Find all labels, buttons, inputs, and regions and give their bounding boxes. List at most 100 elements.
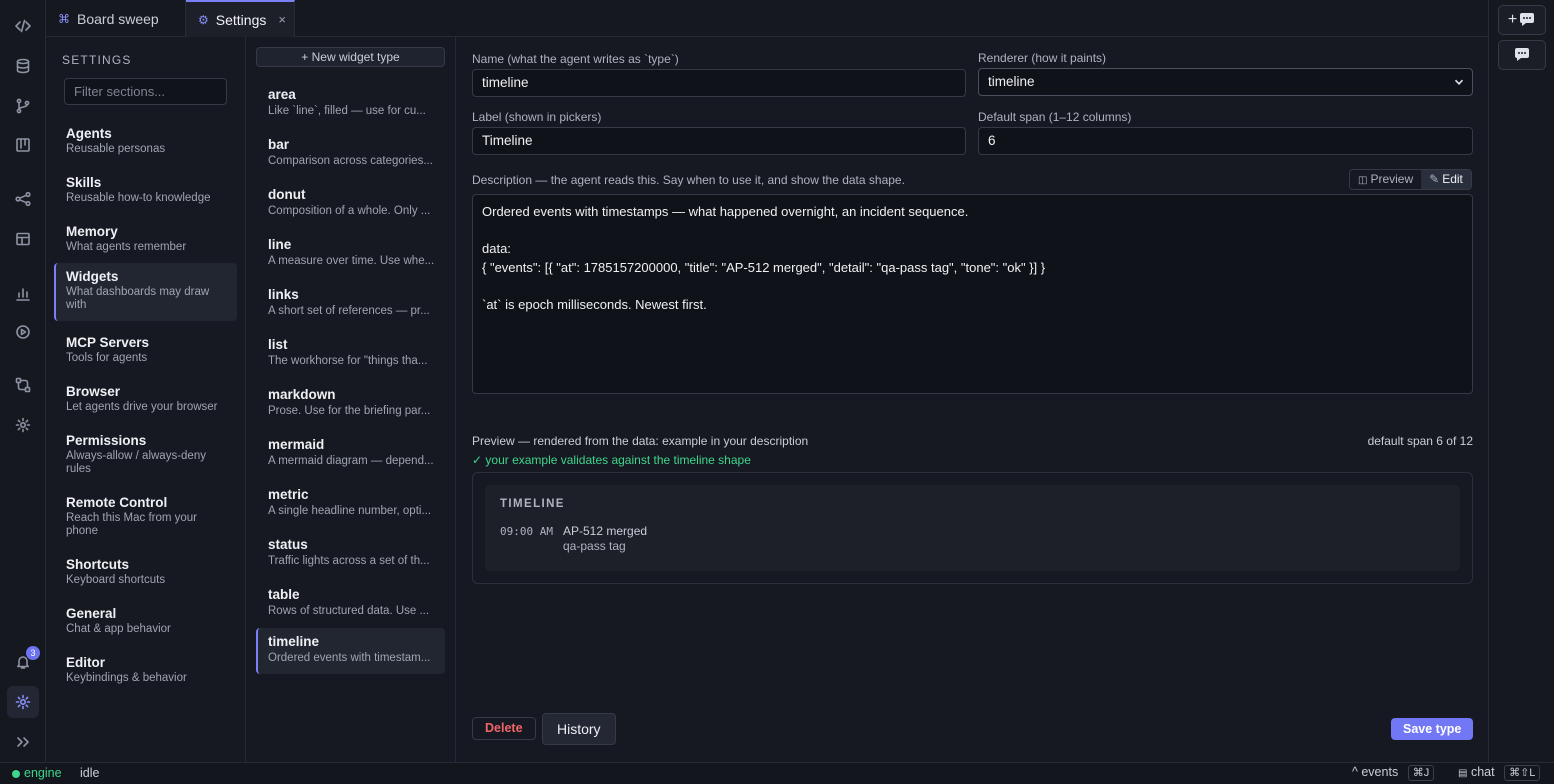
widget-item-list[interactable]: list The workhorse for "things tha... bbox=[256, 331, 445, 377]
section-title: Editor bbox=[66, 655, 105, 670]
right-rail: + bbox=[1488, 0, 1554, 762]
tab-bar: ⌘ Board sweep ⚙ Settings × bbox=[46, 0, 1488, 37]
notification-badge: 3 bbox=[26, 646, 40, 660]
default-span-input[interactable]: 6 bbox=[978, 127, 1473, 155]
settings-gear-icon[interactable] bbox=[7, 686, 39, 718]
history-button[interactable]: History bbox=[542, 713, 616, 745]
delete-button[interactable]: Delete bbox=[472, 717, 536, 740]
database-icon[interactable] bbox=[12, 55, 34, 77]
widget-item-metric[interactable]: metric A single headline number, opti... bbox=[256, 481, 445, 527]
filter-sections-input[interactable] bbox=[64, 78, 227, 105]
sidebar-item-shortcuts[interactable]: Shortcuts Keyboard shortcuts bbox=[54, 551, 237, 593]
widget-name: timeline bbox=[268, 634, 320, 649]
section-title: Shortcuts bbox=[66, 557, 130, 572]
widget-item-status[interactable]: status Traffic lights across a set of th.… bbox=[256, 531, 445, 577]
sidebar-heading: SETTINGS bbox=[62, 53, 132, 67]
preview-span-note: default span 6 of 12 bbox=[1367, 434, 1473, 448]
sidebar-item-remote-control[interactable]: Remote Control Reach this Mac from your p… bbox=[54, 489, 237, 544]
chart-icon[interactable] bbox=[12, 283, 34, 305]
widget-item-line[interactable]: line A measure over time. Use whe... bbox=[256, 231, 445, 277]
tab-board-sweep[interactable]: ⌘ Board sweep bbox=[46, 0, 186, 37]
play-circle-icon[interactable] bbox=[12, 321, 34, 343]
event-title: AP-512 merged bbox=[563, 524, 648, 538]
plus-icon: + bbox=[1507, 11, 1518, 28]
section-desc: Chat & app behavior bbox=[66, 623, 171, 635]
widget-name: line bbox=[268, 237, 292, 252]
event-detail: qa-pass tag bbox=[563, 539, 626, 553]
chat-toggle[interactable]: ▤ chat ⌘⇧L bbox=[1458, 765, 1541, 781]
widget-item-table[interactable]: table Rows of structured data. Use ... bbox=[256, 581, 445, 627]
panel-icon: ▤ bbox=[1458, 768, 1468, 779]
command-icon: ⌘ bbox=[58, 11, 70, 26]
chat-label: chat bbox=[1470, 765, 1495, 779]
share-graph-icon[interactable] bbox=[12, 188, 34, 210]
chat-button[interactable] bbox=[1498, 40, 1546, 70]
section-desc: Reach this Mac from your phone bbox=[66, 512, 198, 537]
events-label: events bbox=[1361, 765, 1399, 779]
widget-name: metric bbox=[268, 487, 309, 502]
sidebar-item-widgets[interactable]: Widgets What dashboards may draw with bbox=[54, 263, 237, 321]
tab-settings[interactable]: ⚙ Settings × bbox=[186, 0, 295, 37]
gear-icon: ⚙ bbox=[198, 12, 209, 27]
expand-chevrons-icon[interactable] bbox=[12, 731, 34, 753]
code-icon[interactable] bbox=[12, 15, 34, 37]
sidebar-item-memory[interactable]: Memory What agents remember bbox=[54, 218, 237, 260]
git-branch-icon[interactable] bbox=[12, 95, 34, 117]
widget-desc: Composition of a whole. Only ... bbox=[268, 205, 431, 217]
sidebar-item-skills[interactable]: Skills Reusable how-to knowledge bbox=[54, 169, 237, 211]
sidebar-item-permissions[interactable]: Permissions Always-allow / always-deny ru… bbox=[54, 427, 237, 482]
name-input[interactable]: timeline bbox=[472, 69, 966, 97]
sidebar-item-agents[interactable]: Agents Reusable personas bbox=[54, 120, 237, 162]
section-title: General bbox=[66, 606, 117, 621]
save-type-button[interactable]: Save type bbox=[1391, 718, 1474, 740]
board-icon[interactable] bbox=[12, 134, 34, 156]
span-label: Default span (1–12 columns) bbox=[978, 110, 1132, 124]
widget-desc: A mermaid diagram — depend... bbox=[268, 455, 434, 467]
preview-toggle-button[interactable]: ◫ Preview bbox=[1350, 170, 1421, 189]
close-icon[interactable]: × bbox=[278, 12, 286, 27]
bell-icon[interactable]: 3 bbox=[12, 646, 40, 673]
widget-item-bar[interactable]: bar Comparison across categories... bbox=[256, 131, 445, 177]
widget-name: list bbox=[268, 337, 288, 352]
sidebar-item-browser[interactable]: Browser Let agents drive your browser bbox=[54, 378, 237, 420]
widget-item-links[interactable]: links A short set of references — pr... bbox=[256, 281, 445, 327]
widget-item-timeline[interactable]: timeline Ordered events with timestam... bbox=[256, 628, 445, 674]
section-desc: What agents remember bbox=[66, 241, 187, 253]
renderer-label: Renderer (how it paints) bbox=[978, 51, 1107, 65]
widget-name: links bbox=[268, 287, 299, 302]
event-time: 09:00 AM bbox=[500, 525, 553, 538]
sidebar-item-mcp-servers[interactable]: MCP Servers Tools for agents bbox=[54, 329, 237, 371]
gear-outline-icon[interactable] bbox=[12, 414, 34, 436]
widget-item-markdown[interactable]: markdown Prose. Use for the briefing par.… bbox=[256, 381, 445, 427]
layout-icon[interactable] bbox=[12, 228, 34, 250]
chat-shortcut: ⌘⇧L bbox=[1504, 765, 1541, 781]
description-textarea[interactable]: Ordered events with timestamps — what ha… bbox=[472, 194, 1473, 394]
widget-name: mermaid bbox=[268, 437, 325, 452]
widget-name: markdown bbox=[268, 387, 336, 402]
engine-label[interactable]: engine bbox=[24, 766, 62, 780]
new-widget-type-button[interactable]: + New widget type bbox=[256, 47, 445, 67]
label-input[interactable]: Timeline bbox=[472, 127, 966, 155]
new-chat-button[interactable]: + bbox=[1498, 5, 1546, 35]
timeline-event: AP-512 merged qa-pass tag bbox=[563, 524, 647, 554]
sidebar-item-editor[interactable]: Editor Keybindings & behavior bbox=[54, 649, 237, 691]
events-toggle[interactable]: ^ events ⌘J bbox=[1352, 765, 1435, 781]
section-desc: Reusable personas bbox=[66, 143, 166, 155]
widget-item-mermaid[interactable]: mermaid A mermaid diagram — depend... bbox=[256, 431, 445, 477]
widget-editor: Name (what the agent writes as `type`) t… bbox=[456, 37, 1488, 762]
edit-toggle-label: Edit bbox=[1442, 172, 1463, 186]
widget-item-area[interactable]: area Like `line`, filled — use for cu... bbox=[256, 81, 445, 127]
sidebar-item-general[interactable]: General Chat & app behavior bbox=[54, 600, 237, 642]
widget-name: status bbox=[268, 537, 308, 552]
workflow-icon[interactable] bbox=[12, 374, 34, 396]
widget-item-donut[interactable]: donut Composition of a whole. Only ... bbox=[256, 181, 445, 227]
widget-desc: A short set of references — pr... bbox=[268, 305, 430, 317]
renderer-select[interactable]: timeline bbox=[978, 68, 1473, 96]
widget-preview-card: TIMELINE 09:00 AM AP-512 merged qa-pass … bbox=[472, 472, 1473, 584]
widget-desc: Comparison across categories... bbox=[268, 155, 433, 167]
section-title: Permissions bbox=[66, 433, 147, 448]
edit-toggle-button[interactable]: ✎ Edit bbox=[1421, 170, 1471, 189]
widget-desc: Like `line`, filled — use for cu... bbox=[268, 105, 426, 117]
widget-desc: Rows of structured data. Use ... bbox=[268, 605, 430, 617]
chat-bubble-icon bbox=[1515, 48, 1529, 61]
